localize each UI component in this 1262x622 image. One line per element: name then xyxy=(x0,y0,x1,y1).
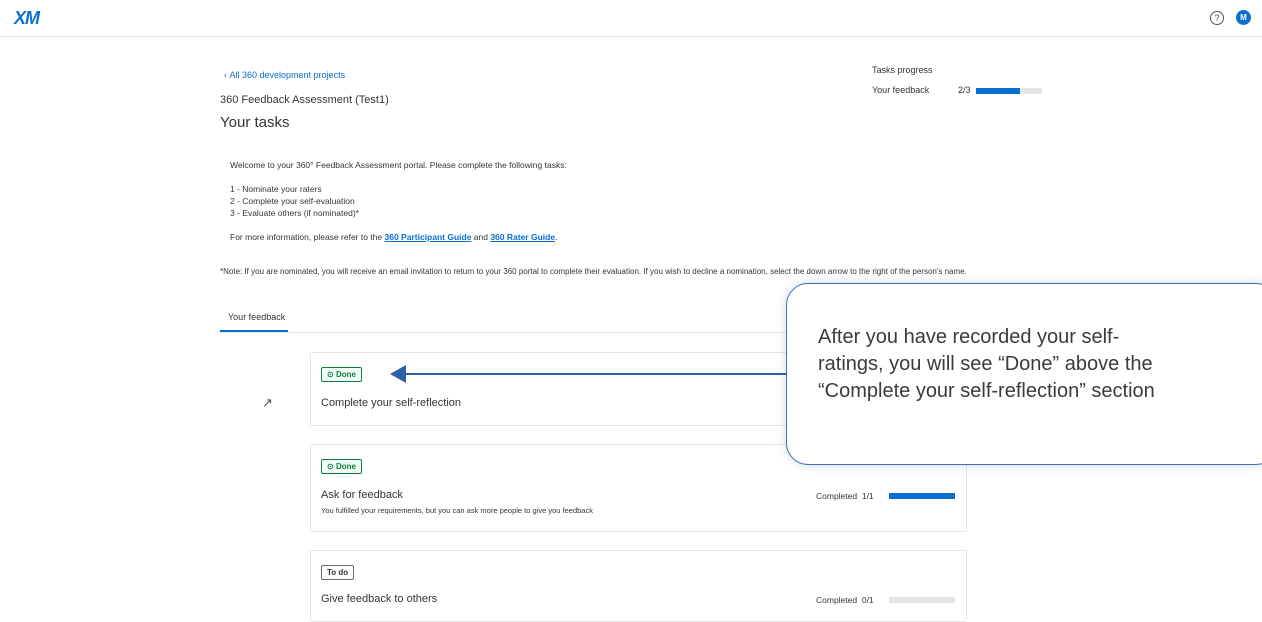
arrow-left-icon xyxy=(390,365,406,383)
completed-label: Completed xyxy=(816,491,858,501)
tasks-progress-count: 2/3 xyxy=(958,85,971,95)
rater-guide-link[interactable]: 360 Rater Guide xyxy=(490,232,555,242)
nomination-note: *Note: If you are nominated, you will re… xyxy=(220,267,967,276)
tasks-progress-fill xyxy=(976,88,1021,94)
task-card-give-feedback[interactable]: To do Give feedback to others Completed … xyxy=(310,550,967,622)
info-prefix: For more information, please refer to th… xyxy=(230,232,385,242)
intro-item-1: 1 - Nominate your raters xyxy=(230,184,322,194)
check-circle-icon: ⊙ xyxy=(327,370,336,379)
annotation-callout: After you have recorded your self- ratin… xyxy=(786,283,1262,465)
status-badge-label: Done xyxy=(335,370,356,379)
tasks-progress-title: Tasks progress xyxy=(872,65,933,75)
task-title: Complete your self-reflection xyxy=(321,397,462,409)
intro-item-3: 3 - Evaluate others (if nominated)* xyxy=(230,208,359,218)
task-progress-bar xyxy=(889,493,955,499)
completed-label: Completed xyxy=(816,595,858,605)
task-title: Give feedback to others xyxy=(321,593,438,605)
task-progress-fill xyxy=(889,493,955,499)
tasks-progress-bar xyxy=(976,88,1042,94)
callout-text: After you have recorded your self- ratin… xyxy=(818,326,1155,402)
completed-count: 0/1 xyxy=(861,595,874,605)
check-circle-icon: ⊙ xyxy=(327,462,336,471)
intro-welcome: Welcome to your 360° Feedback Assessment… xyxy=(230,160,567,170)
xm-logo[interactable]: XM xyxy=(14,8,40,29)
completed-count: 1/1 xyxy=(861,491,874,501)
tasks-progress-label: Your feedback xyxy=(872,85,930,95)
task-progress-bar xyxy=(889,597,955,603)
page-title: Your tasks xyxy=(220,114,290,131)
status-badge-label: Done xyxy=(335,462,356,471)
help-icon[interactable]: ? xyxy=(1210,11,1224,25)
status-badge-label: To do xyxy=(327,568,349,577)
status-badge: ⊙ Done xyxy=(321,367,362,382)
info-suffix: . xyxy=(555,232,558,242)
status-badge: ⊙ Done xyxy=(321,459,362,474)
task-completed-text: Completed 1/1 xyxy=(816,491,874,501)
project-name: 360 Feedback Assessment (Test1) xyxy=(220,94,389,106)
participant-guide-link[interactable]: 360 Participant Guide xyxy=(385,232,472,242)
back-link-label: All 360 development projects xyxy=(229,70,346,80)
task-title: Ask for feedback xyxy=(321,489,403,501)
callout-arrow-line xyxy=(404,373,786,375)
info-and: and xyxy=(471,232,491,242)
intro-info: For more information, please refer to th… xyxy=(230,232,557,242)
intro-item-2: 2 - Complete your self-evaluation xyxy=(230,196,355,206)
tab-your-feedback[interactable]: Your feedback xyxy=(228,312,285,322)
status-badge: To do xyxy=(321,565,355,580)
task-completed-text: Completed 0/1 xyxy=(816,595,874,605)
avatar[interactable]: M xyxy=(1236,10,1251,25)
back-link[interactable]: ‹ All 360 development projects xyxy=(224,70,345,80)
top-bar: XM ? M xyxy=(0,0,1262,37)
mouse-pointer-icon: ↗ xyxy=(262,395,273,410)
task-subtitle: You fulfilled your requirements, but you… xyxy=(321,506,593,515)
